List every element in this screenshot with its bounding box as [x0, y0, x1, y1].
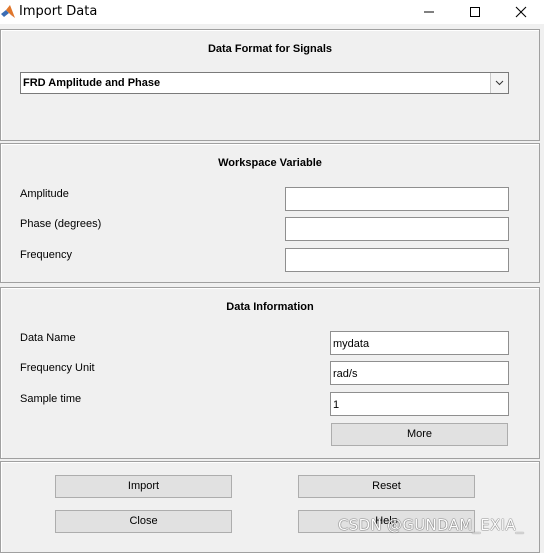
- sample-time-input[interactable]: 1: [330, 392, 509, 416]
- minimize-button[interactable]: [406, 0, 452, 24]
- watermark-text: CSDN @GUNDAM_EXIA_: [338, 516, 524, 534]
- chevron-down-icon: [495, 80, 504, 86]
- data-name-label: Data Name: [20, 332, 76, 344]
- phase-label: Phase (degrees): [20, 218, 102, 230]
- window-title: Import Data: [19, 4, 98, 19]
- amplitude-label: Amplitude: [20, 188, 69, 200]
- close-button[interactable]: [498, 0, 544, 24]
- sample-time-label: Sample time: [20, 393, 82, 405]
- minimize-icon: [424, 11, 434, 13]
- title-bar[interactable]: Import Data: [0, 0, 544, 24]
- data-format-selected: FRD Amplitude and Phase: [23, 77, 161, 89]
- import-button[interactable]: Import: [55, 475, 232, 498]
- amplitude-input[interactable]: [285, 187, 509, 211]
- data-format-dropdown[interactable]: FRD Amplitude and Phase: [20, 72, 509, 94]
- data-format-panel: Data Format for Signals FRD Amplitude an…: [0, 29, 540, 141]
- reset-button[interactable]: Reset: [298, 475, 475, 498]
- workspace-variable-panel: Workspace Variable Amplitude Phase (degr…: [0, 143, 540, 283]
- dropdown-arrow-button[interactable]: [490, 73, 508, 93]
- data-information-panel: Data Information Data Name mydata Freque…: [0, 287, 540, 459]
- maximize-button[interactable]: [452, 0, 498, 24]
- frequency-label: Frequency: [20, 249, 72, 261]
- frequency-input[interactable]: [285, 248, 509, 272]
- matlab-logo-icon: [1, 5, 15, 18]
- more-button[interactable]: More: [331, 423, 508, 446]
- frequency-unit-input[interactable]: rad/s: [330, 361, 509, 385]
- data-format-title: Data Format for Signals: [207, 43, 333, 55]
- workspace-variable-title: Workspace Variable: [218, 157, 322, 169]
- close-dialog-button[interactable]: Close: [55, 510, 232, 533]
- close-icon: [515, 6, 527, 18]
- maximize-icon: [470, 7, 480, 17]
- data-information-title: Data Information: [226, 301, 314, 313]
- frequency-unit-label: Frequency Unit: [20, 362, 95, 374]
- data-name-input[interactable]: mydata: [330, 331, 509, 355]
- phase-input[interactable]: [285, 217, 509, 241]
- actions-panel: Import Reset Close Help: [0, 461, 540, 553]
